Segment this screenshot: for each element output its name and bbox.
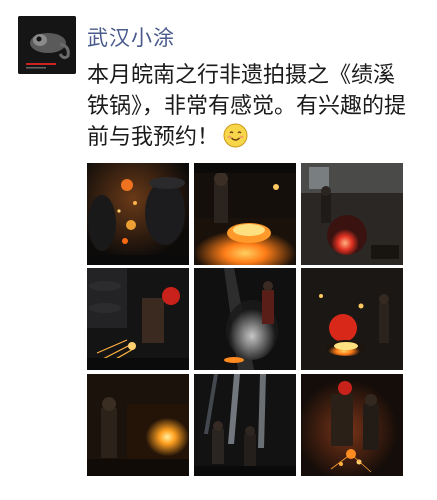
smiling-face-icon	[223, 123, 248, 148]
chameleon-avatar-icon	[18, 16, 76, 74]
photo-sparks-by-drums[interactable]	[87, 163, 189, 265]
photo-grid	[87, 163, 403, 476]
post-body: 本月皖南之行非遗拍摄之《绩溪铁锅》，非常有感觉。有兴趣的提前与我预约！	[87, 60, 412, 153]
author-name[interactable]: 武汉小涂	[87, 22, 175, 52]
photo-glowing-molds[interactable]	[301, 268, 403, 370]
photo-light-beams[interactable]	[194, 374, 296, 476]
photo-worker-molten-iron[interactable]	[194, 163, 296, 265]
photo-steam-pouring[interactable]	[194, 268, 296, 370]
photo-grinding-sparks[interactable]	[87, 268, 189, 370]
photo-workers-sparks[interactable]	[301, 374, 403, 476]
photo-casting-glow[interactable]	[87, 374, 189, 476]
avatar[interactable]	[18, 16, 76, 74]
photo-red-hot-wok[interactable]	[301, 163, 403, 265]
